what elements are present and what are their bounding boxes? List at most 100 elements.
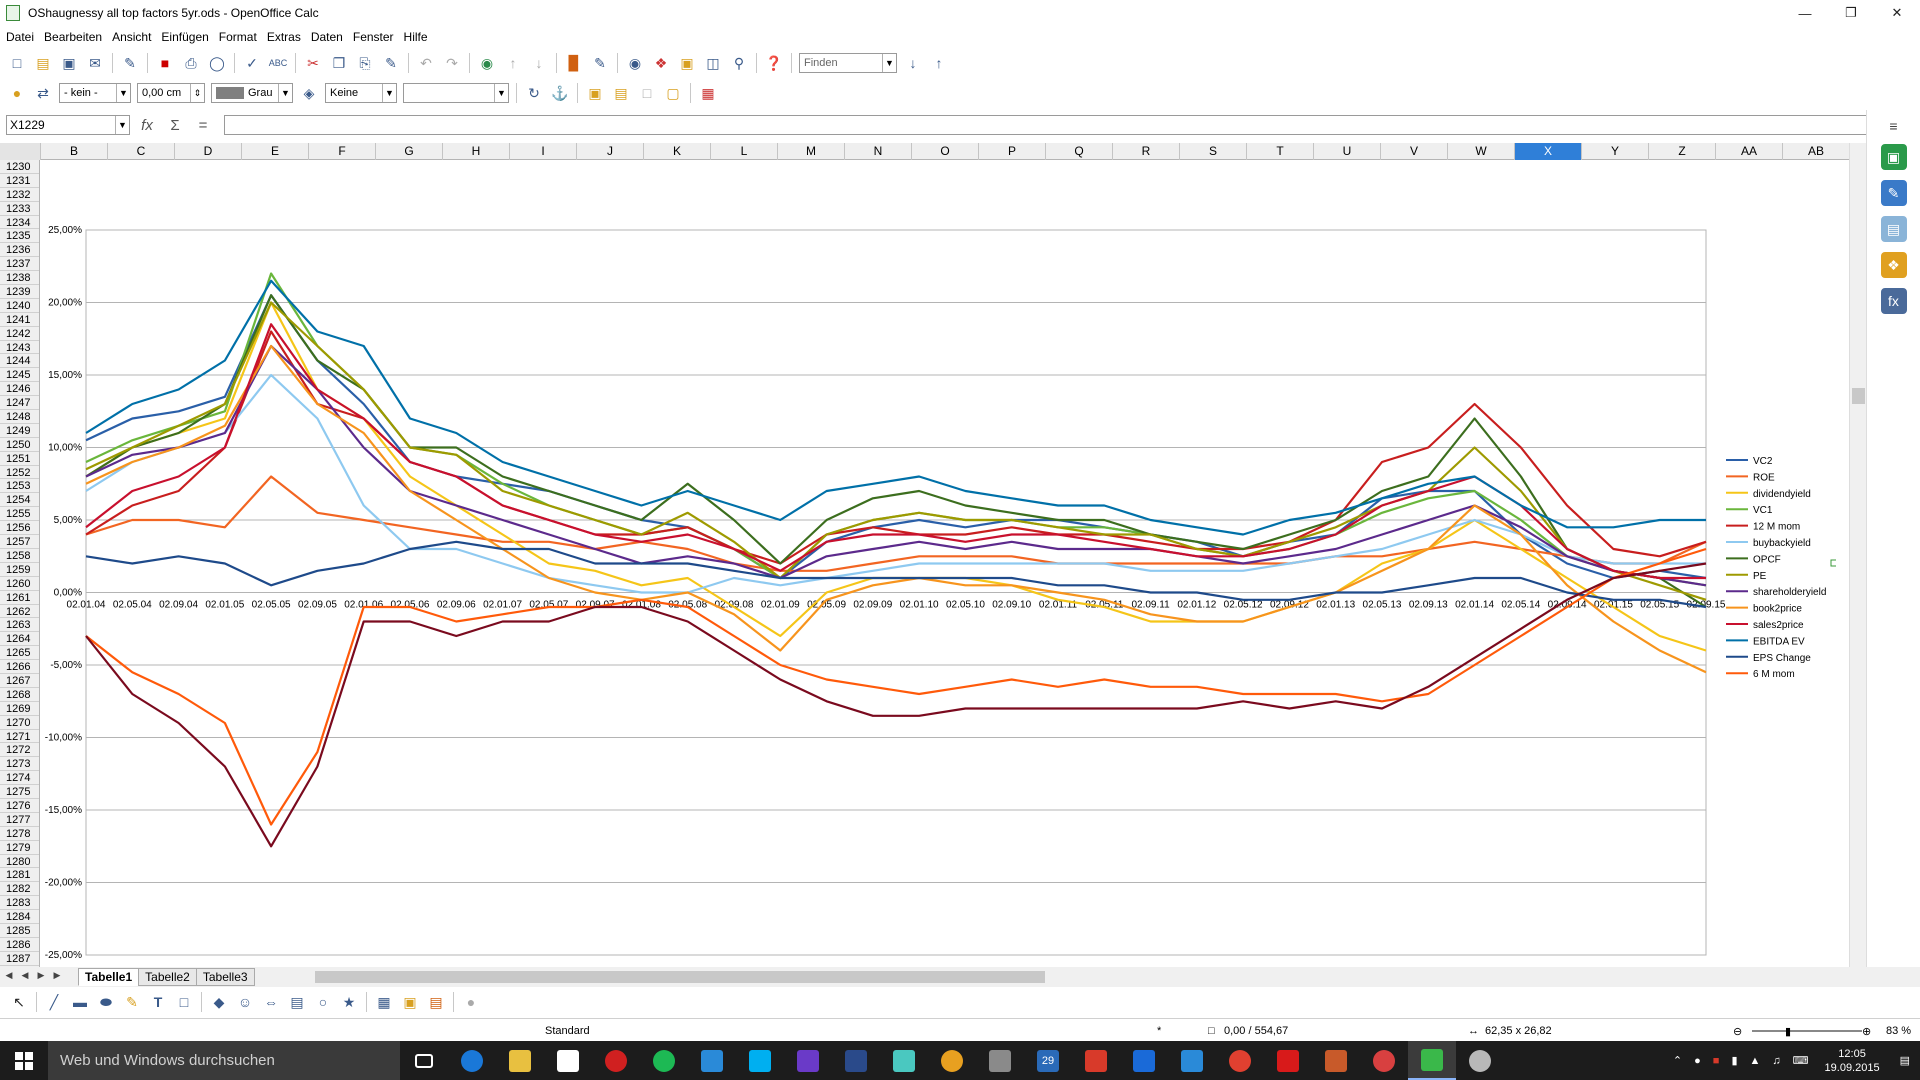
row-header[interactable]: 1252 [0,466,39,480]
row-header[interactable]: 1279 [0,841,39,855]
sum-icon[interactable]: Σ [164,117,186,134]
sidebar-menu-icon[interactable]: ≡ [1867,118,1920,134]
row-header[interactable]: 1264 [0,632,39,647]
column-header[interactable]: Y [1582,143,1649,160]
row-header[interactable]: 1250 [0,438,39,452]
menu-daten[interactable]: Daten [309,30,351,44]
row-header[interactable]: 1236 [0,243,39,258]
line-color-select[interactable]: Grau ▼ [211,83,293,103]
openoffice-calc-icon[interactable] [1408,1041,1456,1080]
zoom-level[interactable]: 83 % [1886,1025,1911,1037]
row-header[interactable]: 1267 [0,674,39,688]
align-icon[interactable]: ▦ [697,82,719,104]
row-header[interactable]: 1275 [0,785,39,799]
app-icon[interactable] [1360,1041,1408,1080]
zoom-icon[interactable]: ⚲ [728,52,750,74]
vertical-scrollbar[interactable] [1849,143,1866,967]
column-header[interactable]: H [443,143,510,160]
app-icon[interactable] [976,1041,1024,1080]
column-header[interactable]: F [309,143,376,160]
properties-icon[interactable]: ▣ [1880,144,1907,170]
line-tool-icon[interactable]: ╱ [43,991,65,1013]
area-fill-bucket-icon[interactable]: ◈ [298,82,320,104]
column-header[interactable]: V [1381,143,1448,160]
callout-tool-icon[interactable]: □ [173,991,195,1013]
keyboard-icon[interactable]: ⌨ [1793,1054,1809,1067]
row-header[interactable]: 1266 [0,660,39,674]
row-header[interactable]: 1248 [0,410,39,424]
column-header[interactable]: N [845,143,912,160]
row-header[interactable]: 1232 [0,188,39,202]
menu-format[interactable]: Format [217,30,265,44]
column-header[interactable]: P [979,143,1046,160]
chevron-down-icon[interactable]: ▼ [278,84,292,102]
row-header[interactable]: 1281 [0,868,39,883]
row-header[interactable]: 1243 [0,341,39,355]
functions-icon[interactable]: fx [1880,288,1907,314]
rotate-icon[interactable]: ↻ [523,82,545,104]
app-icon[interactable] [832,1041,880,1080]
row-header[interactable]: 1230 [0,160,39,174]
navigator-icon[interactable]: ❖ [650,52,672,74]
copy-icon[interactable]: ❐ [328,52,350,74]
row-header[interactable]: 1249 [0,424,39,438]
minimize-button[interactable]: — [1782,0,1828,26]
block-arrows-icon[interactable]: ⇔ [260,991,282,1013]
power-app-icon[interactable] [592,1041,640,1080]
menu-fenster[interactable]: Fenster [351,30,402,44]
first-sheet-icon[interactable]: ◀ [2,970,16,984]
row-header[interactable]: 1286 [0,938,39,952]
row-header[interactable]: 1268 [0,688,39,702]
row-header[interactable]: 1246 [0,382,39,397]
chrome-canary-icon[interactable] [928,1041,976,1080]
column-header[interactable]: S [1180,143,1247,160]
basic-shapes-icon[interactable]: ◆ [208,991,230,1013]
to-foreground-icon[interactable]: □ [636,82,658,104]
column-header-selected[interactable]: X [1515,143,1582,160]
app-icon[interactable] [1456,1041,1504,1080]
print-icon[interactable]: ⎙ [180,52,202,74]
navigator-sidebar-icon[interactable]: ❖ [1880,252,1907,278]
freeform-tool-icon[interactable]: ✎ [121,991,143,1013]
data-sources-icon[interactable]: ◫ [702,52,724,74]
row-header[interactable]: 1242 [0,327,39,341]
scroll-thumb[interactable] [315,971,1045,983]
row-header[interactable]: 1256 [0,521,39,536]
row-header[interactable]: 1238 [0,271,39,286]
chevron-down-icon[interactable]: ▼ [494,84,508,102]
spotify-icon[interactable] [640,1041,688,1080]
row-header[interactable]: 1245 [0,368,39,383]
gmail-icon[interactable] [1072,1041,1120,1080]
column-header[interactable]: W [1448,143,1515,160]
clock[interactable]: 12:05 19.09.2015 [1825,1047,1880,1075]
formula-input[interactable] [224,115,1869,135]
line-width-stepper[interactable]: 0,00 cm ⇕ [137,83,205,103]
sort-ascending-icon[interactable]: ↑ [502,52,524,74]
visual-studio-icon[interactable] [784,1041,832,1080]
app-icon[interactable] [880,1041,928,1080]
row-header[interactable]: 1274 [0,771,39,786]
acrobat-icon[interactable] [1264,1041,1312,1080]
maximize-button[interactable]: ❐ [1828,0,1874,26]
column-header[interactable]: AA [1716,143,1783,160]
row-header[interactable]: 1234 [0,216,39,230]
column-header[interactable]: U [1314,143,1381,160]
row-header[interactable]: 1244 [0,354,39,369]
column-header[interactable]: E [242,143,309,160]
column-header[interactable]: J [577,143,644,160]
edit-file-icon[interactable]: ✎ [119,52,141,74]
find-replace-icon[interactable]: ◉ [624,52,646,74]
last-sheet-icon[interactable]: ▶ [50,970,64,984]
column-header[interactable]: G [376,143,443,160]
page-preview-icon[interactable]: ◯ [206,52,228,74]
new-document-icon[interactable]: □ [6,52,28,74]
action-center-icon[interactable]: ▤ [1900,1054,1910,1067]
chevron-down-icon[interactable]: ▼ [116,84,130,102]
row-header[interactable]: 1258 [0,549,39,563]
battery-icon[interactable]: ▮ [1731,1054,1737,1067]
wifi-icon[interactable]: ▲ [1750,1055,1761,1067]
hyperlink-icon[interactable]: ◉ [476,52,498,74]
zoom-in-icon[interactable]: ⊕ [1862,1025,1871,1038]
calendar-icon[interactable]: 29 [1024,1041,1072,1080]
row-header[interactable]: 1240 [0,299,39,313]
